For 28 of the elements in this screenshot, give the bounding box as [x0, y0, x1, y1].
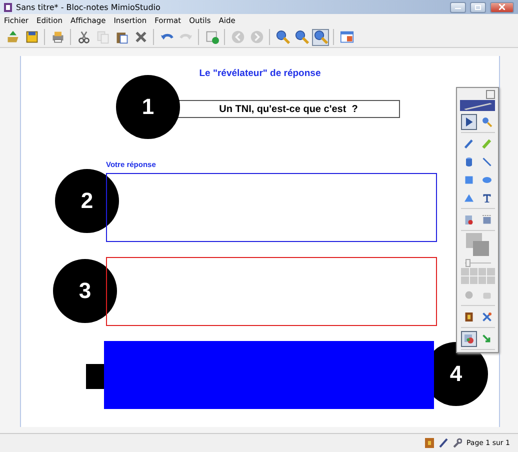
- maximize-icon: [475, 4, 481, 10]
- minimize-button[interactable]: [450, 2, 466, 12]
- book-icon[interactable]: [424, 438, 434, 448]
- question-box: Un TNI, qu'est-ce que c'est ?: [177, 100, 400, 118]
- zoom-fit-icon[interactable]: [312, 28, 329, 46]
- answer-box[interactable]: [106, 173, 437, 242]
- pen-banner-icon: [460, 100, 495, 111]
- answer-box[interactable]: [106, 257, 437, 326]
- zoom-in-icon[interactable]: [274, 28, 291, 46]
- wrench-icon[interactable]: [452, 438, 462, 448]
- number-circle: 2: [55, 169, 119, 233]
- app-icon: [4, 2, 12, 12]
- window-title: Sans titre* - Bloc-notes MimioStudio: [16, 2, 160, 12]
- slider-icon[interactable]: [462, 259, 492, 267]
- close-button[interactable]: [490, 2, 514, 12]
- number-circle: 3: [53, 259, 117, 323]
- maximize-button[interactable]: [470, 2, 486, 12]
- pen-icon[interactable]: [438, 438, 448, 448]
- zoom-out-icon[interactable]: [293, 28, 310, 46]
- minimize-icon: [455, 6, 461, 8]
- color-grid-icon[interactable]: [460, 268, 494, 284]
- close-icon: [499, 4, 505, 10]
- close-icon[interactable]: [486, 90, 495, 99]
- page-heading: Le "révélateur" de réponse: [198, 68, 322, 79]
- handle-block[interactable]: [86, 364, 104, 389]
- number-circle: 1: [116, 75, 180, 139]
- pointer-icon[interactable]: [460, 114, 476, 130]
- window-icon[interactable]: [338, 28, 355, 46]
